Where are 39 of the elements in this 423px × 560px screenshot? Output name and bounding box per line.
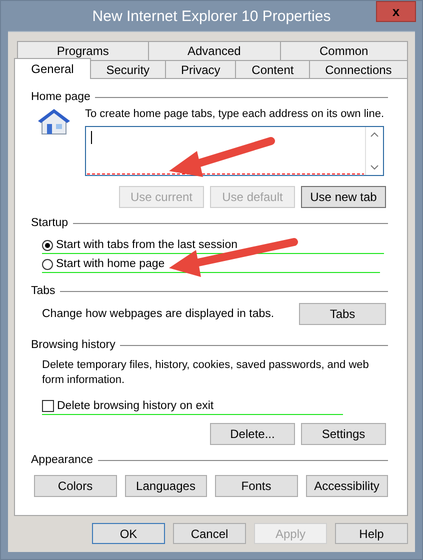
house-icon <box>37 107 71 135</box>
section-heading: Tabs <box>31 285 56 297</box>
option-label[interactable]: Start with tabs from the last session <box>56 239 238 251</box>
instruction-text: To create home page tabs, type each address on its own line. <box>85 107 384 122</box>
tab[interactable]: Connections <box>308 60 408 79</box>
section-heading: Home page <box>31 91 90 103</box>
description-text: Delete temporary files, history, cookies, saved passwords, and web form information. <box>41 358 370 388</box>
radio-button[interactable] <box>42 258 53 270</box>
section-heading: Browsing history <box>31 339 116 351</box>
scroll-up-icon[interactable] <box>370 132 380 137</box>
close-button[interactable]: x <box>376 1 416 22</box>
dialog-button[interactable]: Languages <box>124 475 207 497</box>
dialog-button[interactable]: Delete... <box>210 423 295 445</box>
dialog-button[interactable]: Settings <box>301 423 386 445</box>
home-page-field[interactable] <box>85 126 384 176</box>
dialog-button[interactable]: Accessibility <box>306 475 388 497</box>
dialog-button[interactable]: OK <box>92 523 165 544</box>
description-text: Change how webpages are displayed in tabs. <box>42 306 274 322</box>
dialog-button[interactable]: Use new tab <box>301 186 386 208</box>
option-label[interactable]: Start with home page <box>56 258 165 270</box>
tab[interactable]: Advanced <box>148 41 281 60</box>
tab[interactable]: Privacy <box>164 60 236 79</box>
tab[interactable]: Common <box>280 41 408 60</box>
section-heading: Appearance <box>31 454 94 466</box>
checkbox[interactable] <box>42 400 54 412</box>
checkbox-label[interactable]: Delete browsing history on exit <box>57 400 214 412</box>
tab[interactable]: Content <box>235 60 310 79</box>
tabs-button[interactable]: Tabs <box>299 303 386 325</box>
radio-button[interactable] <box>42 240 53 250</box>
scroll-down-icon[interactable] <box>370 165 380 170</box>
dialog-button[interactable]: Fonts <box>215 475 298 497</box>
tab[interactable]: Programs <box>17 41 149 60</box>
dialog-button[interactable]: Cancel <box>173 523 246 544</box>
dialog-button[interactable]: Colors <box>34 475 116 497</box>
tab[interactable]: Security <box>90 60 166 79</box>
tab[interactable]: General <box>14 58 91 79</box>
window-title: New Internet Explorer 10 Properties <box>92 8 331 24</box>
dialog-button[interactable]: Help <box>335 523 408 544</box>
section-heading: Startup <box>31 217 68 229</box>
